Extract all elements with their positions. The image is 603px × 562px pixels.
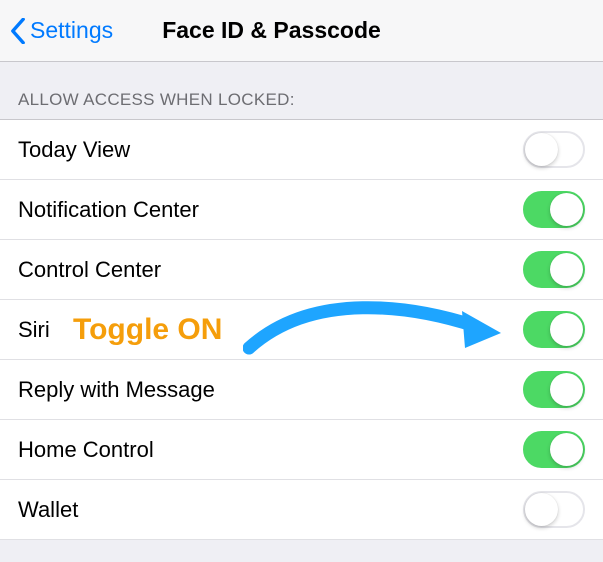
toggle-notification-center[interactable] xyxy=(523,191,585,228)
toggle-knob xyxy=(550,253,583,286)
toggle-reply-with-message[interactable] xyxy=(523,371,585,408)
navigation-bar: Settings Face ID & Passcode xyxy=(0,0,603,62)
back-button[interactable]: Settings xyxy=(10,17,113,44)
back-label: Settings xyxy=(30,17,113,44)
toggle-today-view[interactable] xyxy=(523,131,585,168)
toggle-knob xyxy=(525,493,558,526)
toggle-knob xyxy=(525,133,558,166)
toggle-siri[interactable] xyxy=(523,311,585,348)
row-label: Siri xyxy=(18,317,50,343)
toggle-home-control[interactable] xyxy=(523,431,585,468)
row-home-control: Home Control xyxy=(0,420,603,480)
toggle-knob xyxy=(550,193,583,226)
chevron-left-icon xyxy=(10,18,26,44)
toggle-knob xyxy=(550,313,583,346)
toggle-wallet[interactable] xyxy=(523,491,585,528)
annotation-text: Toggle ON xyxy=(73,313,222,347)
row-control-center: Control Center xyxy=(0,240,603,300)
row-today-view: Today View xyxy=(0,120,603,180)
row-label: Home Control xyxy=(18,437,154,463)
row-wallet: Wallet xyxy=(0,480,603,540)
row-reply-with-message: Reply with Message xyxy=(0,360,603,420)
row-siri: Siri Toggle ON xyxy=(0,300,603,360)
section-header: ALLOW ACCESS WHEN LOCKED: xyxy=(0,62,603,119)
row-label: Reply with Message xyxy=(18,377,215,403)
row-label: Control Center xyxy=(18,257,161,283)
row-label: Wallet xyxy=(18,497,78,523)
settings-list: Today View Notification Center Control C… xyxy=(0,119,603,540)
row-label: Today View xyxy=(18,137,130,163)
arrow-icon xyxy=(243,292,503,362)
toggle-knob xyxy=(550,373,583,406)
toggle-knob xyxy=(550,433,583,466)
toggle-control-center[interactable] xyxy=(523,251,585,288)
row-notification-center: Notification Center xyxy=(0,180,603,240)
row-label: Notification Center xyxy=(18,197,199,223)
